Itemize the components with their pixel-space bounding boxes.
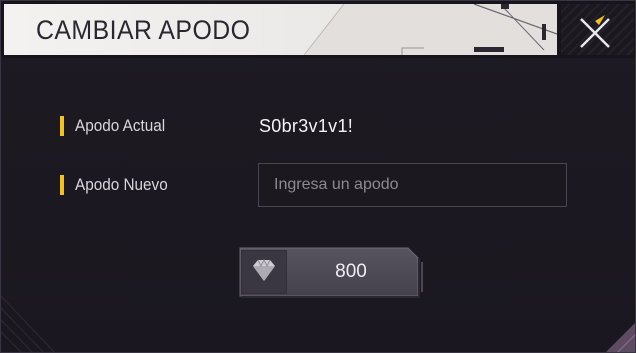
diamond-icon [241, 250, 287, 294]
current-nickname-value: S0br3v1v1! [259, 116, 354, 136]
title-plate: CAMBIAR APODO [4, 4, 557, 55]
close-x-icon [580, 15, 610, 48]
new-nickname-row: Apodo Nuevo [60, 174, 178, 196]
new-nickname-label: Apodo Nuevo [75, 175, 168, 194]
current-nickname-row: Apodo Actual [60, 115, 175, 137]
close-button[interactable] [575, 13, 615, 53]
yellow-marker [60, 116, 64, 136]
yellow-marker [60, 175, 64, 195]
dialog-header: CAMBIAR APODO [1, 1, 635, 58]
confirm-purchase-button[interactable]: 800 [238, 244, 423, 300]
diamond-slot [241, 250, 287, 294]
current-nickname-label: Apodo Actual [75, 116, 166, 135]
dialog-title: CAMBIAR APODO [36, 15, 251, 45]
change-nickname-dialog: CAMBIAR APODO Apodo Actual S0br3v1v1! Ap… [0, 0, 636, 353]
new-nickname-input[interactable] [258, 163, 567, 207]
price-amount: 800 [335, 261, 367, 282]
corner-hatching-decoration [1, 295, 55, 352]
corner-accent-decoration [606, 323, 635, 352]
